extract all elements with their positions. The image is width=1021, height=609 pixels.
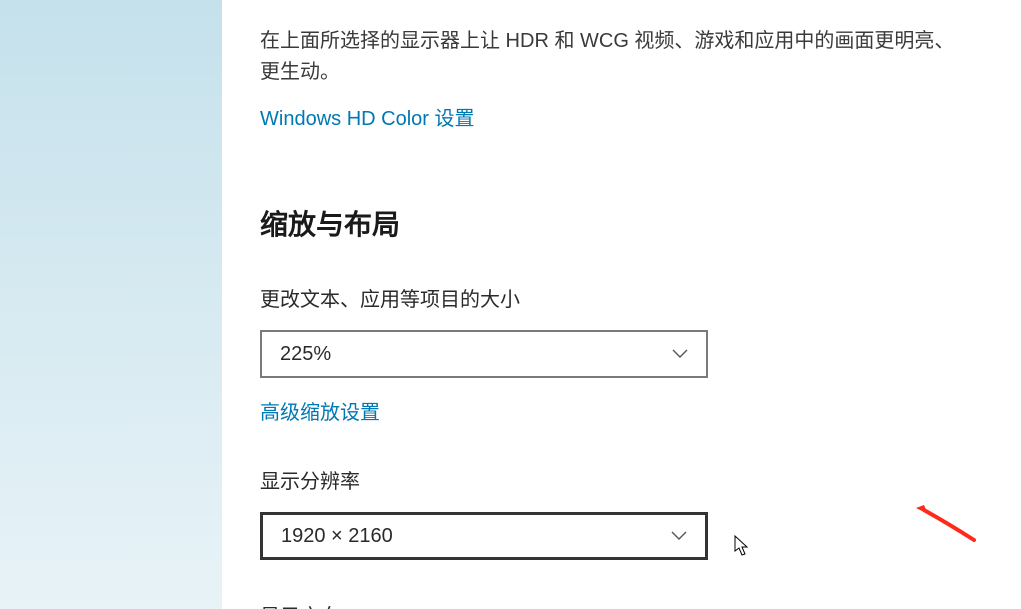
settings-main-panel: 在上面所选择的显示器上让 HDR 和 WCG 视频、游戏和应用中的画面更明亮、更… xyxy=(222,0,1021,609)
advanced-scaling-link[interactable]: 高级缩放设置 xyxy=(260,396,380,425)
chevron-down-icon xyxy=(671,528,687,544)
scale-layout-heading: 缩放与布局 xyxy=(260,203,983,243)
settings-sidebar xyxy=(0,0,222,609)
chevron-down-icon xyxy=(672,346,688,362)
text-size-label: 更改文本、应用等项目的大小 xyxy=(260,283,983,312)
orientation-label: 显示方向 xyxy=(260,600,983,609)
resolution-dropdown[interactable]: 1920 × 2160 xyxy=(260,512,708,560)
hdr-description: 在上面所选择的显示器上让 HDR 和 WCG 视频、游戏和应用中的画面更明亮、更… xyxy=(260,26,970,88)
resolution-dropdown-value: 1920 × 2160 xyxy=(281,525,671,548)
hd-color-settings-link[interactable]: Windows HD Color 设置 xyxy=(260,102,474,131)
mouse-cursor-icon xyxy=(734,535,752,557)
scale-dropdown-value: 225% xyxy=(280,343,672,366)
annotation-arrow-icon xyxy=(914,504,976,544)
resolution-label: 显示分辨率 xyxy=(260,465,983,494)
scale-dropdown[interactable]: 225% xyxy=(260,330,708,378)
